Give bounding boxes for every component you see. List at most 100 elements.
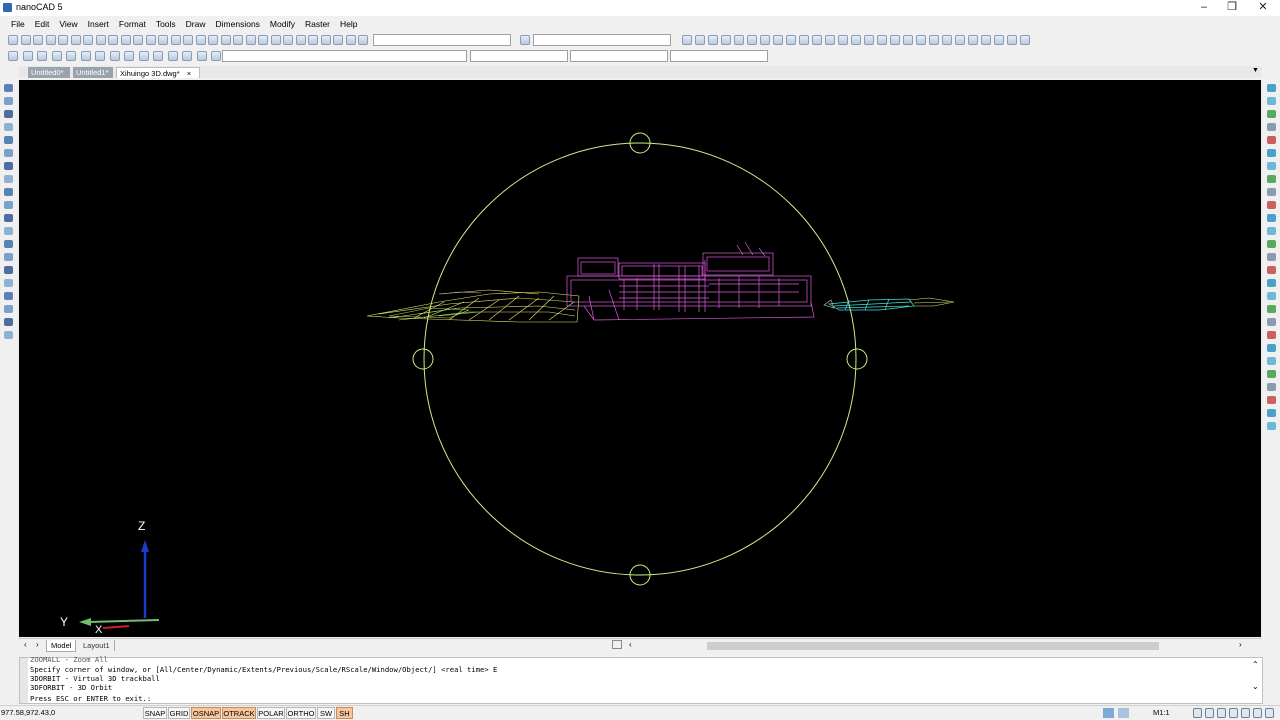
toolbar-tool-icon[interactable] — [95, 51, 105, 61]
toolbar-tool-icon[interactable] — [208, 35, 218, 45]
modify-tool-icon[interactable] — [1267, 305, 1276, 313]
modify-tool-icon[interactable] — [1267, 240, 1276, 248]
draw-tool-icon[interactable] — [4, 110, 13, 118]
toggle-osnap[interactable]: OSNAP — [191, 707, 221, 719]
maximize-viewport-icon[interactable] — [1118, 708, 1129, 718]
draw-tool-icon[interactable] — [4, 201, 13, 209]
tab-list-chevron-icon[interactable]: ▼ — [1252, 67, 1259, 74]
lineweight-combo[interactable] — [570, 50, 668, 62]
toolbar-tool-icon[interactable] — [773, 35, 783, 45]
toolbar-tool-icon[interactable] — [321, 35, 331, 45]
toolbar-tool-icon[interactable] — [838, 35, 848, 45]
toolbar-tool-icon[interactable] — [708, 35, 718, 45]
toolbar-tool-icon[interactable] — [153, 51, 163, 61]
draw-tool-icon[interactable] — [4, 292, 13, 300]
menu-format[interactable]: Format — [119, 19, 146, 29]
draw-tool-icon[interactable] — [4, 214, 13, 222]
tab-xihuingo[interactable]: Xihuingo 3D.dwg* × — [116, 67, 200, 78]
toolbar-tool-icon[interactable] — [1020, 35, 1030, 45]
status-tool-icon[interactable] — [1193, 708, 1202, 718]
modify-tool-icon[interactable] — [1267, 162, 1276, 170]
toolbar-tool-icon[interactable] — [221, 35, 231, 45]
modify-tool-icon[interactable] — [1267, 136, 1276, 144]
draw-tool-icon[interactable] — [4, 266, 13, 274]
toolbar-tool-icon[interactable] — [271, 35, 281, 45]
toolbar-tool-icon[interactable] — [23, 51, 33, 61]
status-tool-icon[interactable] — [1229, 708, 1238, 718]
toolbar-tool-icon[interactable] — [182, 51, 192, 61]
toolbar-tool-icon[interactable] — [296, 35, 306, 45]
modify-tool-icon[interactable] — [1267, 175, 1276, 183]
draw-tool-icon[interactable] — [4, 188, 13, 196]
modify-tool-icon[interactable] — [1267, 331, 1276, 339]
toolbar-tool-icon[interactable] — [124, 51, 134, 61]
toolbar-tool-icon[interactable] — [139, 51, 149, 61]
toolbar-tool-icon[interactable] — [890, 35, 900, 45]
status-tool-icon[interactable] — [1265, 708, 1274, 718]
toolbar-tool-icon[interactable] — [851, 35, 861, 45]
command-window[interactable]: ZOOMALL - Zoom All Specify corner of win… — [19, 655, 1263, 704]
tab-prev-icon[interactable]: ‹ — [24, 640, 27, 649]
toolbar-tool-icon[interactable] — [121, 35, 131, 45]
toolbar-tool-icon[interactable] — [52, 51, 62, 61]
scroll-right-icon[interactable]: › — [1239, 640, 1242, 649]
modify-tool-icon[interactable] — [1267, 84, 1276, 92]
orbit-handle-right[interactable] — [846, 348, 868, 370]
toolbar-tool-icon[interactable] — [903, 35, 913, 45]
horizontal-scrollbar-thumb[interactable] — [707, 642, 1159, 650]
drawing-viewport[interactable]: Z Y X — [19, 80, 1261, 637]
tab-untitled1[interactable]: Untitled1* — [73, 67, 113, 78]
toolbar-tool-icon[interactable] — [968, 35, 978, 45]
command-scroll-down-icon[interactable]: ⌄ — [1252, 682, 1259, 691]
split-view-icon[interactable] — [612, 640, 622, 649]
toolbar-tool-icon[interactable] — [71, 35, 81, 45]
modify-tool-icon[interactable] — [1267, 422, 1276, 430]
toolbar-tool-icon[interactable] — [33, 35, 43, 45]
toggle-grid[interactable]: GRID — [168, 707, 190, 719]
modify-tool-icon[interactable] — [1267, 214, 1276, 222]
modify-tool-icon[interactable] — [1267, 201, 1276, 209]
toolbar-tool-icon[interactable] — [877, 35, 887, 45]
draw-tool-icon[interactable] — [4, 123, 13, 131]
toolbar-tool-icon[interactable] — [283, 35, 293, 45]
toolbar-tool-icon[interactable] — [146, 35, 156, 45]
menu-edit[interactable]: Edit — [35, 19, 50, 29]
toolbar-tool-icon[interactable] — [66, 51, 76, 61]
modify-tool-icon[interactable] — [1267, 227, 1276, 235]
toolbar-tool-icon[interactable] — [695, 35, 705, 45]
style-combo[interactable] — [533, 34, 671, 46]
toolbar-tool-icon[interactable] — [8, 35, 18, 45]
menu-tools[interactable]: Tools — [156, 19, 176, 29]
menu-draw[interactable]: Draw — [186, 19, 206, 29]
toolbar-tool-icon[interactable] — [994, 35, 1004, 45]
toolbar-tool-icon[interactable] — [929, 35, 939, 45]
command-window-grip[interactable] — [20, 658, 28, 703]
toolbar-tool-icon[interactable] — [825, 35, 835, 45]
toolbar-tool-icon[interactable] — [110, 51, 120, 61]
modify-tool-icon[interactable] — [1267, 357, 1276, 365]
modify-tool-icon[interactable] — [1267, 383, 1276, 391]
toolbar-tool-icon[interactable] — [96, 35, 106, 45]
close-button[interactable]: ✕ — [1246, 0, 1280, 16]
draw-tool-icon[interactable] — [4, 305, 13, 313]
tab-model[interactable]: Model — [46, 640, 77, 652]
draw-tool-icon[interactable] — [4, 227, 13, 235]
toolbar-tool-icon[interactable] — [333, 35, 343, 45]
toolbar-tool-icon[interactable] — [197, 51, 207, 61]
toggle-ortho[interactable]: ORTHO — [286, 707, 316, 719]
toolbar-tool-icon[interactable] — [21, 35, 31, 45]
toolbar-tool-icon[interactable] — [258, 35, 268, 45]
toolbar-tool-icon[interactable] — [1007, 35, 1017, 45]
toolbar-tool-icon[interactable] — [133, 35, 143, 45]
toolbar-tool-icon[interactable] — [799, 35, 809, 45]
toolbar-tool-icon[interactable] — [37, 51, 47, 61]
annotation-scale[interactable]: M1:1 — [1153, 708, 1170, 717]
toolbar-tool-icon[interactable] — [721, 35, 731, 45]
orbit-handle-left[interactable] — [412, 348, 434, 370]
toolbar-tool-icon[interactable] — [864, 35, 874, 45]
toolbar-tool-icon[interactable] — [358, 35, 368, 45]
draw-tool-icon[interactable] — [4, 240, 13, 248]
menu-dimensions[interactable]: Dimensions — [216, 19, 260, 29]
toolbar-tool-icon[interactable] — [760, 35, 770, 45]
menu-insert[interactable]: Insert — [88, 19, 109, 29]
